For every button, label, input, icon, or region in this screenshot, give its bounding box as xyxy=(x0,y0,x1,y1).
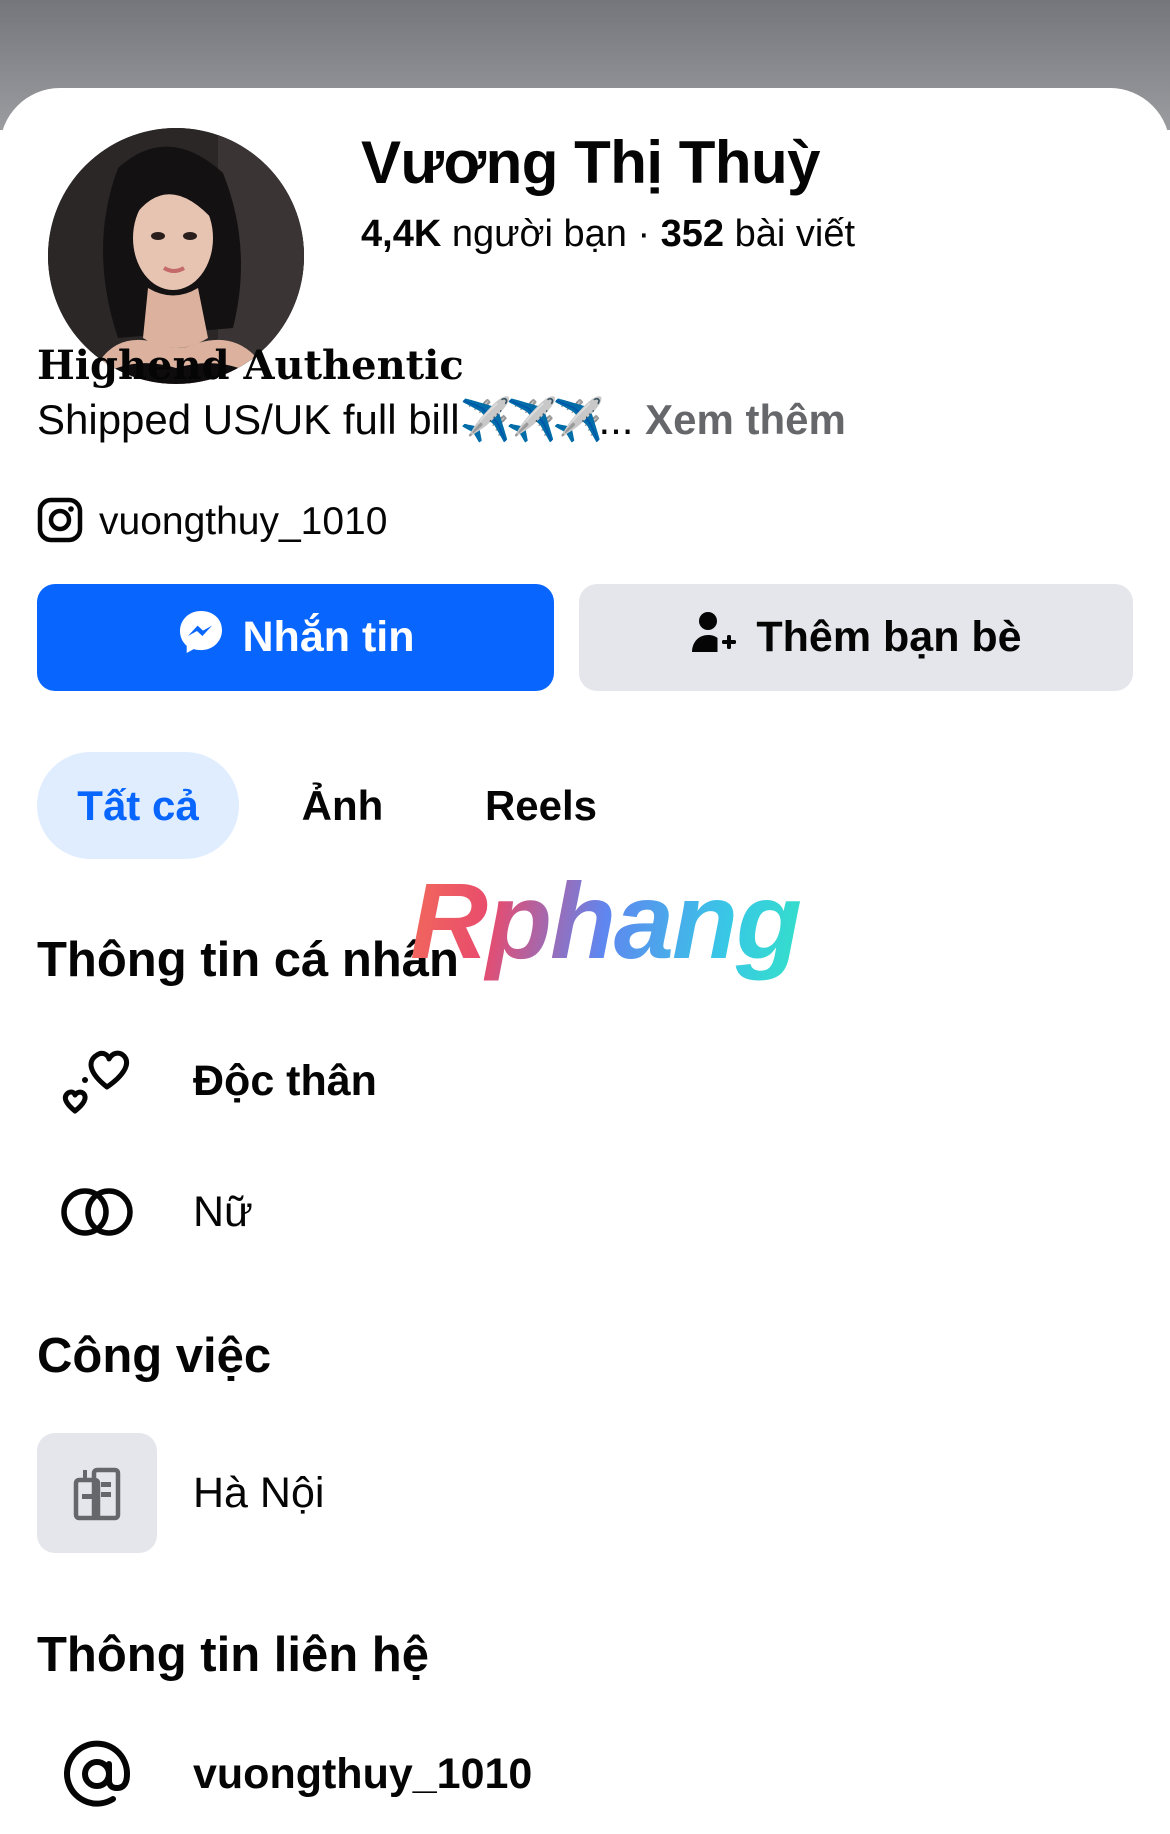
bio-text-line: Shipped US/UK full bill✈️✈️✈️... Xem thê… xyxy=(37,396,846,445)
tab-photos[interactable]: Ảnh xyxy=(280,752,405,859)
add-friend-button-label: Thêm bạn bè xyxy=(756,613,1022,661)
gender-value: Nữ xyxy=(193,1187,253,1236)
instagram-link[interactable]: vuongthuy_1010 xyxy=(37,492,387,552)
add-friend-button[interactable]: Thêm bạn bè xyxy=(579,584,1133,691)
watermark-logo: Rphang xyxy=(410,860,802,981)
message-button[interactable]: Nhắn tin xyxy=(37,584,554,691)
instagram-handle: vuongthuy_1010 xyxy=(99,500,388,543)
airplane-emojis: ✈️✈️✈️ xyxy=(459,396,605,443)
bio-text: Shipped US/UK full bill xyxy=(37,396,460,443)
messenger-icon xyxy=(177,608,243,667)
friends-label: người bạn xyxy=(451,213,627,255)
contact-info-title: Thông tin liên hệ xyxy=(37,1628,429,1682)
posts-label: bài viết xyxy=(734,213,856,255)
posts-count: 352 xyxy=(660,213,725,255)
at-sign-icon xyxy=(37,1714,157,1834)
add-friend-icon xyxy=(690,608,756,667)
gender-row: Nữ xyxy=(37,1152,253,1272)
hearts-icon xyxy=(37,1021,157,1141)
tab-reels[interactable]: Reels xyxy=(466,752,616,859)
building-icon xyxy=(37,1433,157,1553)
instagram-icon xyxy=(37,497,83,548)
tab-all[interactable]: Tất cả xyxy=(37,752,239,859)
stats-separator: · xyxy=(637,213,651,255)
profile-name: Vương Thị Thuỳ xyxy=(361,129,821,196)
contact-row[interactable]: vuongthuy_1010 xyxy=(37,1714,532,1834)
message-button-label: Nhắn tin xyxy=(242,613,415,661)
bio-ellipsis: ... xyxy=(598,396,634,443)
friends-count: 4,4K xyxy=(361,213,442,255)
see-more-link[interactable]: Xem thêm xyxy=(645,396,846,443)
personal-info-title: Thông tin cá nhân xyxy=(37,933,459,987)
work-title: Công việc xyxy=(37,1329,272,1383)
profile-stats[interactable]: 4,4K người bạn · 352 bài viết xyxy=(361,213,855,256)
relationship-row: Độc thân xyxy=(37,1021,377,1141)
work-place: Hà Nội xyxy=(193,1468,325,1517)
relationship-status: Độc thân xyxy=(193,1056,377,1105)
gender-rings-icon xyxy=(37,1152,157,1272)
work-row[interactable]: Hà Nội xyxy=(37,1433,324,1553)
bio-title: Highend Authentic xyxy=(37,342,464,389)
contact-handle: vuongthuy_1010 xyxy=(193,1749,533,1798)
